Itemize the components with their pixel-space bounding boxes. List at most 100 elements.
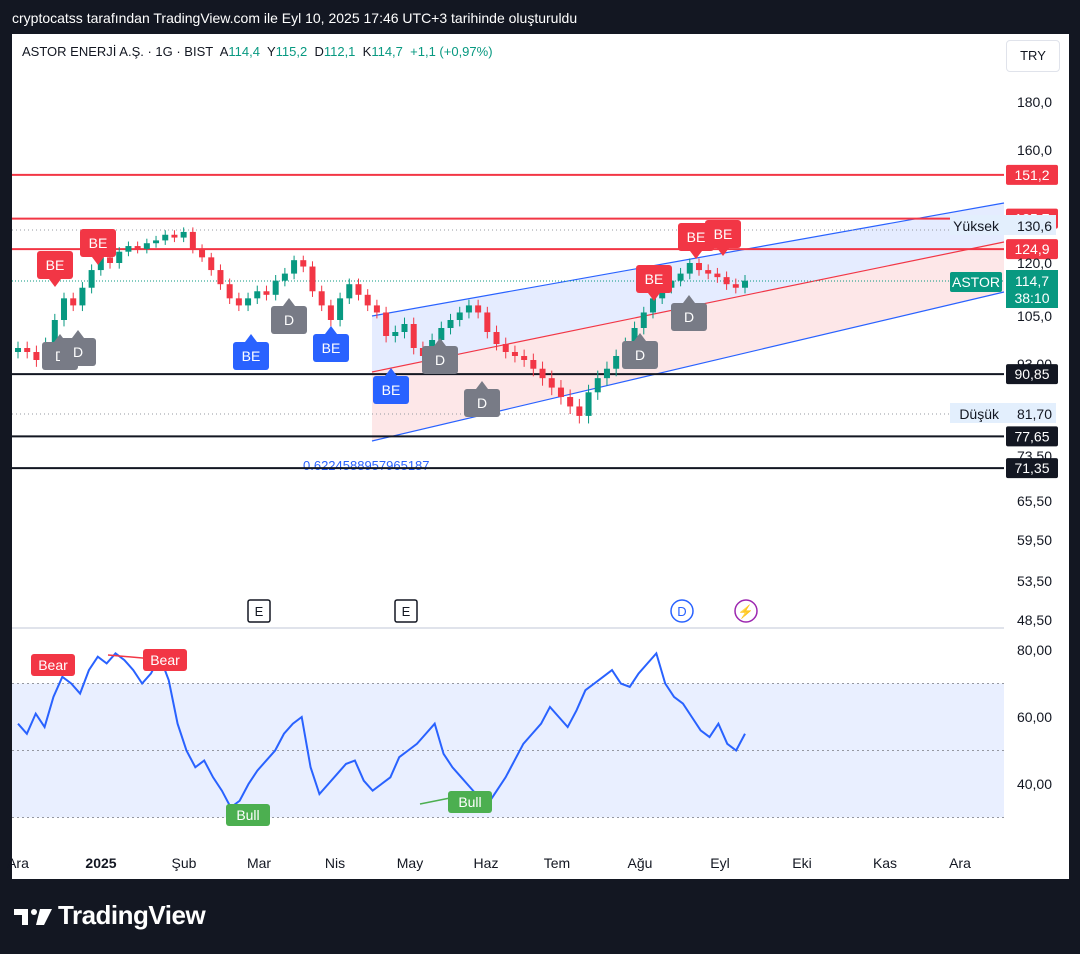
time-axis-label: Nis <box>325 855 345 871</box>
candle-body <box>189 231 196 249</box>
candle-body <box>438 328 445 340</box>
candle-body <box>447 320 454 328</box>
rsi-tick-label: 40,00 <box>1017 776 1052 792</box>
chart-canvas[interactable]: 0.6224588957965187151,2135,7124,990,8577… <box>0 0 1080 954</box>
time-axis-label: Şub <box>172 855 197 871</box>
rsi-tick-label: 60,00 <box>1017 709 1052 725</box>
last-price-value: 114,7 <box>1015 273 1049 289</box>
candle-body <box>318 291 325 306</box>
candle-body <box>603 368 610 379</box>
candle-body <box>410 324 417 348</box>
currency-selector[interactable]: TRY <box>1006 40 1060 72</box>
candle-body <box>79 287 86 306</box>
candle-body <box>245 298 252 306</box>
candle-body <box>548 378 555 388</box>
candle-body <box>346 284 353 299</box>
candle-body <box>456 312 463 320</box>
symbol-tag-label: ASTOR <box>952 274 1000 290</box>
bull-signal-text: BE <box>382 382 401 398</box>
time-axis-label: Ağu <box>628 855 653 871</box>
extreme-marker-label: Düşük <box>959 406 1000 422</box>
bull-signal-text: BE <box>242 348 261 364</box>
low-label: D <box>314 44 324 59</box>
price-tick-label: 120,0 <box>1017 255 1052 271</box>
low-value: 112,1 <box>323 44 356 59</box>
price-tick-label: 65,50 <box>1017 493 1052 509</box>
candle-body <box>272 280 279 295</box>
candle-body <box>364 294 371 306</box>
candle-body <box>162 234 169 241</box>
event-icon-label: ⚡ <box>738 604 754 620</box>
candle-body <box>153 240 160 244</box>
down-signal-text: D <box>435 352 445 368</box>
change-value: +1,1 (+0,97%) <box>410 44 493 59</box>
high-label: Y <box>266 44 276 59</box>
bear-signal-text: BE <box>89 235 108 251</box>
extreme-marker-value: 81,70 <box>1017 406 1052 422</box>
down-signal-pointer <box>72 330 84 338</box>
candle-body <box>502 344 509 352</box>
time-axis-label: Mar <box>247 855 271 871</box>
down-signal-text: D <box>73 344 83 360</box>
candle-body <box>695 263 702 271</box>
bear-signal-text: BE <box>645 271 664 287</box>
bear-signal-pointer <box>49 279 61 287</box>
candle-body <box>33 352 40 360</box>
candle-body <box>732 284 739 288</box>
event-icon-label: D <box>677 604 686 619</box>
candle-body <box>309 266 316 292</box>
time-axis-label: Ara <box>7 855 29 871</box>
candle-body <box>15 348 21 352</box>
price-tick-label: 93,00 <box>1017 356 1052 372</box>
candle-body <box>208 257 215 271</box>
candle-body <box>383 312 390 336</box>
candle-body <box>180 231 187 238</box>
down-signal-text: D <box>635 347 645 363</box>
time-axis-label: Eki <box>792 855 811 871</box>
bear-signal-text: BE <box>714 226 733 242</box>
candle-body <box>116 251 123 263</box>
candle-body <box>61 298 68 320</box>
tradingview-logo[interactable]: TradingView <box>14 900 206 931</box>
candle-body <box>125 246 132 252</box>
down-signal-text: D <box>477 395 487 411</box>
candle-body <box>465 305 472 313</box>
candle-body <box>686 263 693 274</box>
bull-signal-pointer <box>325 326 337 334</box>
candle-body <box>585 392 592 416</box>
candle-body <box>392 332 399 336</box>
rsi-tick-label: 80,00 <box>1017 642 1052 658</box>
candle-body <box>640 312 647 328</box>
time-axis-label: 2025 <box>85 855 116 871</box>
divergence-label: Bear <box>38 657 68 673</box>
event-icon-label: E <box>255 604 264 619</box>
candle-body <box>493 332 500 344</box>
event-icon-label: E <box>402 604 411 619</box>
candle-body <box>70 298 77 306</box>
price-tick-label: 160,0 <box>1017 142 1052 158</box>
candle-body <box>742 280 748 288</box>
candle-body <box>226 284 233 299</box>
time-axis-label: Tem <box>544 855 570 871</box>
candle-body <box>723 277 730 285</box>
extreme-marker-value: 130,6 <box>1017 218 1052 234</box>
candle-body <box>594 378 601 393</box>
divergence-label: Bull <box>458 794 481 810</box>
price-tick-label: 59,50 <box>1017 532 1052 548</box>
symbol-name[interactable]: ASTOR ENERJİ A.Ş. · 1G · BIST <box>22 44 213 59</box>
brand-name: TradingView <box>58 900 206 930</box>
candle-body <box>254 291 261 299</box>
time-axis-label: Haz <box>474 855 499 871</box>
time-axis-label: May <box>397 855 423 871</box>
candle-body <box>475 305 482 313</box>
candle-body <box>281 273 288 281</box>
symbol-legend[interactable]: ASTOR ENERJİ A.Ş. · 1G · BIST A114,4 Y11… <box>22 44 493 59</box>
candle-body <box>199 248 206 258</box>
close-value: 114,7 <box>371 44 403 59</box>
candle-body <box>521 356 528 360</box>
candle-body <box>355 284 362 295</box>
bear-signal-text: BE <box>687 229 706 245</box>
time-axis-label: Eyl <box>710 855 729 871</box>
down-signal-text: D <box>684 309 694 325</box>
open-value: 114,4 <box>228 44 260 59</box>
